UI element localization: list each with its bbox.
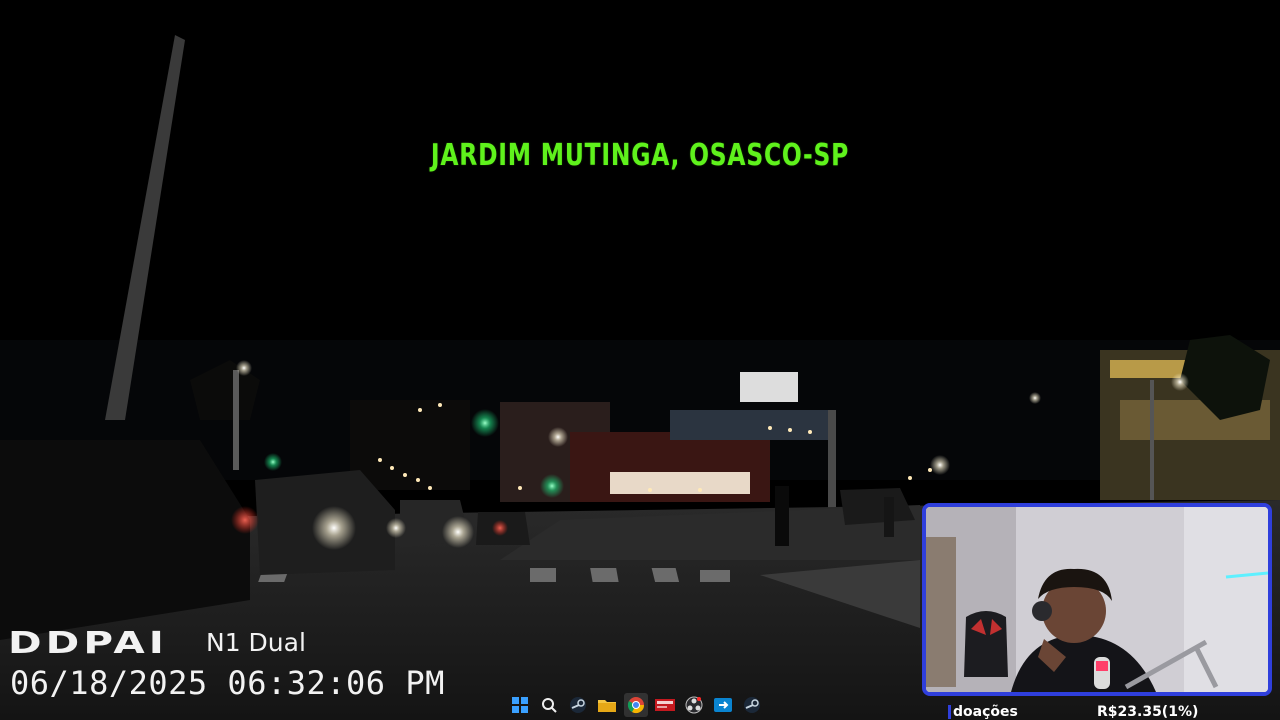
donation-marker [948, 705, 951, 719]
donations-amount: R$23.35(1%) [1097, 704, 1199, 720]
file-explorer-icon[interactable] [595, 693, 619, 717]
search-icon[interactable] [537, 693, 561, 717]
dashcam-brand: DDPAI N1 Dual [8, 626, 306, 661]
obs-icon[interactable] [682, 693, 706, 717]
webcam-feed [926, 507, 1268, 692]
steam-icon[interactable] [740, 693, 764, 717]
dashcam-model: N1 Dual [206, 628, 306, 657]
remote-desktop-icon[interactable] [711, 693, 735, 717]
streamlabs-icon[interactable] [653, 693, 677, 717]
location-title: JARDIM MUTINGA, OSASCO-SP [430, 138, 850, 173]
chrome-icon[interactable] [624, 693, 648, 717]
streamer-webcam [922, 503, 1272, 696]
windows-start-icon[interactable] [508, 693, 532, 717]
windows-taskbar [508, 692, 764, 718]
dashcam-timestamp: 06/18/2025 06:32:06 PM [10, 664, 445, 702]
steam-icon[interactable] [566, 693, 590, 717]
dashcam-brand-logo: DDPAI [8, 626, 168, 661]
donations-label: doações [953, 704, 1018, 720]
